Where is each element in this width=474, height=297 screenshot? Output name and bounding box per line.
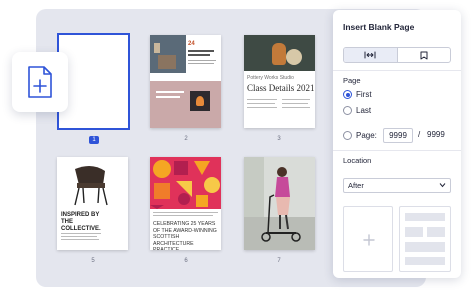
- panel-divider: [333, 70, 461, 71]
- page-number-3: 3: [277, 136, 281, 142]
- page-number-input[interactable]: 9999: [383, 128, 413, 143]
- panel-title: Insert Blank Page: [343, 22, 415, 32]
- page-number-2: 2: [184, 136, 188, 142]
- insert-page-stage: 1 24 2 Pottery Works Studio Class Detail…: [0, 0, 474, 297]
- radio-page[interactable]: [343, 131, 352, 140]
- add-page-card[interactable]: [12, 52, 68, 112]
- panel-divider: [333, 150, 461, 151]
- location-value: After: [348, 181, 364, 190]
- interior-photo-bottom: [150, 81, 221, 128]
- page-thumbnail-6[interactable]: CELEBRATING 25 YEARS OF THE AWARD-WINNIN…: [150, 157, 221, 250]
- page-thumbnail-3[interactable]: Pottery Works Studio Class Details 2021: [244, 35, 315, 128]
- page-separator: /: [418, 130, 421, 139]
- width-option-button[interactable]: [344, 48, 398, 62]
- plus-icon: [363, 234, 375, 246]
- radio-first[interactable]: [343, 90, 352, 99]
- radio-last-label: Last: [356, 106, 372, 115]
- lined-layout-option[interactable]: [399, 206, 451, 272]
- chair-illustration: [57, 157, 128, 207]
- page-section-label: Page: [343, 76, 361, 85]
- geometric-pattern-illustration: [150, 157, 221, 209]
- page-thumbnail-5[interactable]: INSPIRED BY THE COLLECTIVE.: [57, 157, 128, 250]
- page-thumbnail-7[interactable]: [244, 157, 315, 250]
- page-total: 9999: [427, 130, 445, 139]
- interior-photo-top: [150, 35, 186, 73]
- add-document-icon: [28, 66, 52, 98]
- chair-headline: INSPIRED BY THE COLLECTIVE.: [61, 212, 101, 232]
- location-label: Location: [343, 156, 372, 165]
- insert-blank-page-panel: Insert Blank Page Page First Last Page: …: [333, 10, 461, 278]
- vase-photo: [244, 35, 315, 71]
- page-number-6: 6: [184, 258, 188, 264]
- page-thumbnail-2[interactable]: 24: [150, 35, 221, 128]
- pattern-headline: CELEBRATING 25 YEARS OF THE AWARD-WINNIN…: [153, 221, 217, 250]
- vase-top-text: Pottery Works Studio: [247, 75, 294, 81]
- blank-layout-option[interactable]: [343, 206, 393, 272]
- radio-page-label: Page:: [356, 131, 377, 140]
- scooter-rider-illustration: [244, 157, 315, 250]
- bookmark-icon: [420, 51, 428, 59]
- bookmark-option-button[interactable]: [398, 48, 451, 62]
- width-arrows-icon: [364, 51, 376, 59]
- location-select[interactable]: After: [343, 178, 451, 193]
- vase-headline: Class Details 2021: [247, 83, 315, 93]
- radio-first-label: First: [356, 90, 372, 99]
- radio-last[interactable]: [343, 106, 352, 115]
- page-number-5: 5: [91, 258, 95, 264]
- orientation-toggle: [343, 47, 451, 63]
- page-number-7: 7: [277, 258, 281, 264]
- chevron-down-icon: [439, 183, 446, 188]
- page2-number-headline: 24: [188, 41, 195, 47]
- page-number-1: 1: [89, 136, 99, 144]
